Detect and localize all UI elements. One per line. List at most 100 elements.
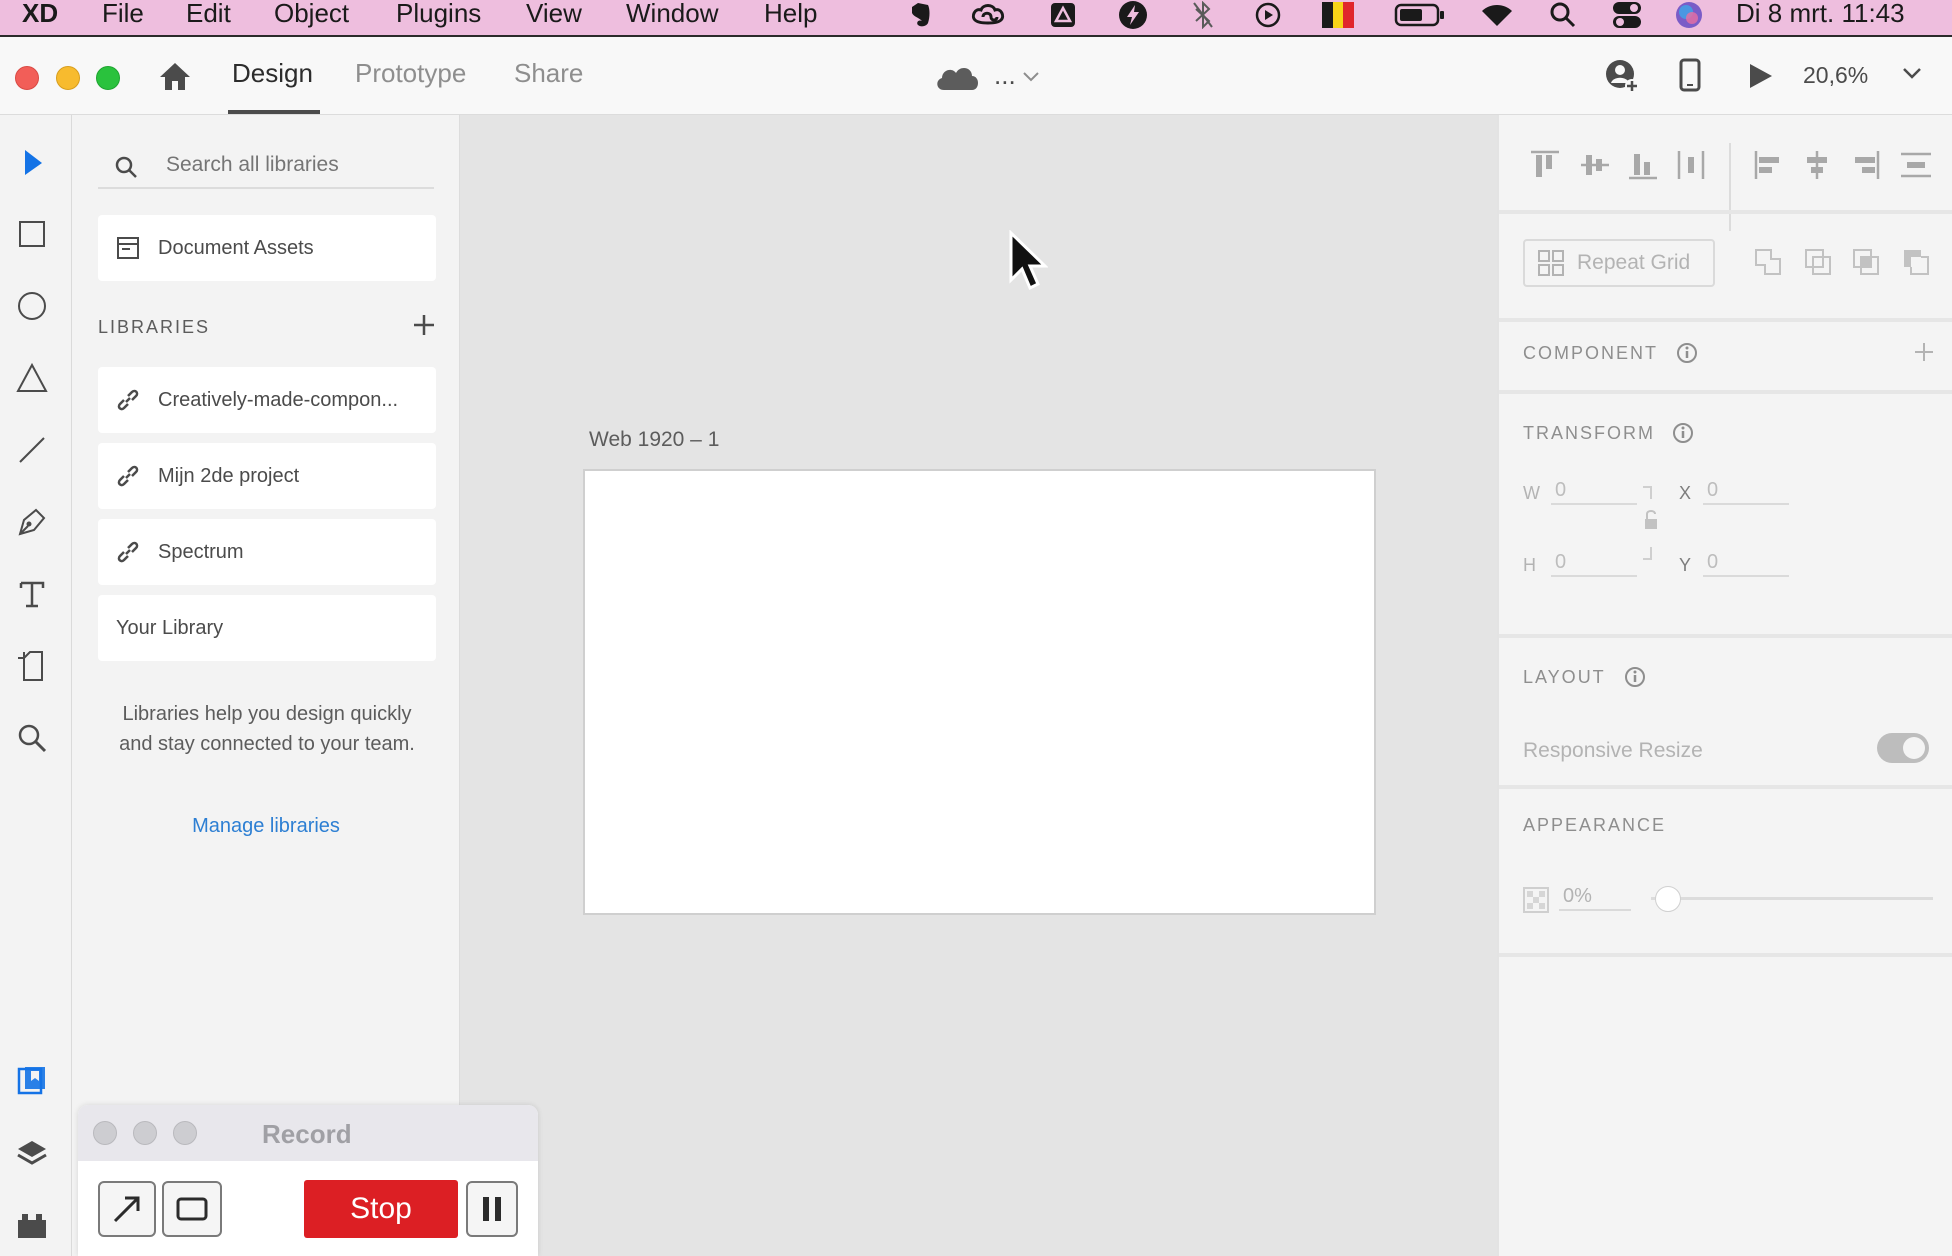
lightning-icon[interactable] [1116,0,1150,30]
window-minimize-button[interactable] [56,66,80,90]
width-input[interactable]: 0 [1551,479,1637,505]
menubar-clock[interactable]: Di 8 mrt. 11:43 [1736,0,1905,29]
pen-tool-icon[interactable] [12,502,52,542]
x-input[interactable]: 0 [1703,479,1789,505]
appearance-section-title: APPEARANCE [1523,815,1667,835]
screen-recorder-widget: Record Stop [78,1105,538,1256]
spotlight-search-icon[interactable] [1546,0,1580,30]
bluetooth-icon[interactable] [1186,0,1220,30]
tab-design[interactable]: Design [232,58,313,89]
menu-edit[interactable]: Edit [186,0,231,29]
add-component-icon[interactable] [1913,341,1935,368]
recorder-title: Record [262,1119,352,1149]
boolean-exclude-icon[interactable] [1901,247,1931,282]
layers-panel-icon[interactable] [12,1133,52,1173]
separator [1499,634,1952,638]
artboard-tool-icon[interactable] [12,646,52,686]
layout-info-icon[interactable] [1623,665,1647,694]
library-item-creatively-made[interactable]: Creatively-made-compon... [98,367,436,433]
height-label: H [1523,555,1536,575]
separator [1499,390,1952,394]
component-info-icon[interactable] [1675,341,1699,370]
app-menu-xd[interactable]: XD [22,0,58,29]
boolean-add-icon[interactable] [1753,247,1783,282]
opacity-slider-handle[interactable] [1655,886,1681,912]
align-left-icon[interactable] [1753,149,1785,186]
tab-prototype[interactable]: Prototype [355,58,466,89]
boolean-intersect-icon[interactable] [1851,247,1881,282]
link-icon [112,539,144,565]
desktop-preview-play-icon[interactable] [1746,62,1774,95]
pause-recording-button[interactable] [466,1181,518,1237]
menu-view[interactable]: View [526,0,582,29]
menu-window[interactable]: Window [626,0,718,29]
evernote-icon[interactable] [903,0,937,30]
distribute-vertical-icon[interactable] [1899,149,1933,186]
boolean-subtract-icon[interactable] [1803,247,1833,282]
opacity-input[interactable]: 0% [1559,885,1631,911]
tab-share[interactable]: Share [514,58,583,89]
align-top-icon[interactable] [1529,149,1561,186]
align-right-icon[interactable] [1849,149,1881,186]
document-status[interactable]: ... [994,60,1016,91]
libraries-panel-icon[interactable] [12,1061,52,1101]
mobile-preview-icon[interactable] [1678,58,1702,97]
link-icon [112,387,144,413]
menu-file[interactable]: File [102,0,144,29]
library-item-mijn-2de-project[interactable]: Mijn 2de project [98,443,436,509]
zoom-tool-icon[interactable] [12,718,52,758]
y-input[interactable]: 0 [1703,551,1789,577]
manage-libraries-link[interactable]: Manage libraries [72,815,460,838]
opacity-slider-track[interactable] [1651,897,1933,900]
library-search-input[interactable] [98,143,434,189]
control-center-icon[interactable] [1610,0,1644,30]
artboard-web-1920[interactable] [583,469,1376,915]
battery-icon[interactable] [1393,0,1447,30]
polygon-tool-icon[interactable] [12,358,52,398]
plugins-panel-icon[interactable] [12,1205,52,1245]
x-label: X [1679,483,1692,503]
ellipse-tool-icon[interactable] [12,286,52,326]
menu-help[interactable]: Help [764,0,817,29]
record-window-button[interactable] [162,1181,222,1237]
rectangle-tool-icon[interactable] [12,214,52,254]
add-library-icon[interactable] [412,313,436,342]
recorder-close-button[interactable] [93,1121,117,1145]
line-tool-icon[interactable] [12,430,52,470]
window-zoom-button[interactable] [96,66,120,90]
lock-aspect-ratio-icon[interactable] [1639,485,1659,566]
transform-info-icon[interactable] [1671,421,1695,450]
align-center-icon[interactable] [1801,149,1833,186]
menu-object[interactable]: Object [274,0,349,29]
cloud-document-icon[interactable] [934,62,980,97]
home-icon[interactable] [158,60,192,97]
library-item-your-library[interactable]: Your Library [98,595,436,661]
select-tool-icon[interactable] [12,142,52,182]
align-bottom-icon[interactable] [1627,149,1659,186]
zoom-dropdown-chevron-icon[interactable] [1902,66,1922,85]
siri-icon[interactable] [1672,0,1706,30]
document-assets-icon [112,236,144,260]
library-item-spectrum[interactable]: Spectrum [98,519,436,585]
play-circle-icon[interactable] [1251,0,1285,30]
stop-recording-button[interactable]: Stop [304,1180,458,1238]
recorder-zoom-button[interactable] [173,1121,197,1145]
responsive-resize-toggle[interactable] [1877,733,1929,763]
artboard-label[interactable]: Web 1920 – 1 [589,428,719,452]
wifi-icon[interactable] [1480,0,1514,30]
creative-cloud-icon[interactable] [971,0,1005,30]
zoom-level[interactable]: 20,6% [1803,62,1868,89]
window-close-button[interactable] [15,66,39,90]
belgian-flag-icon[interactable] [1321,0,1355,30]
height-input[interactable]: 0 [1551,551,1637,577]
distribute-horizontal-icon[interactable] [1675,149,1707,186]
align-middle-icon[interactable] [1579,149,1611,186]
menu-plugins[interactable]: Plugins [396,0,481,29]
invite-user-icon[interactable] [1604,58,1640,99]
google-drive-icon[interactable] [1046,0,1080,30]
text-tool-icon[interactable] [12,574,52,614]
document-assets-card[interactable]: Document Assets [98,215,436,281]
recorder-minimize-button[interactable] [133,1121,157,1145]
document-menu-chevron-icon[interactable] [1022,70,1040,88]
record-selection-button[interactable] [98,1181,156,1237]
